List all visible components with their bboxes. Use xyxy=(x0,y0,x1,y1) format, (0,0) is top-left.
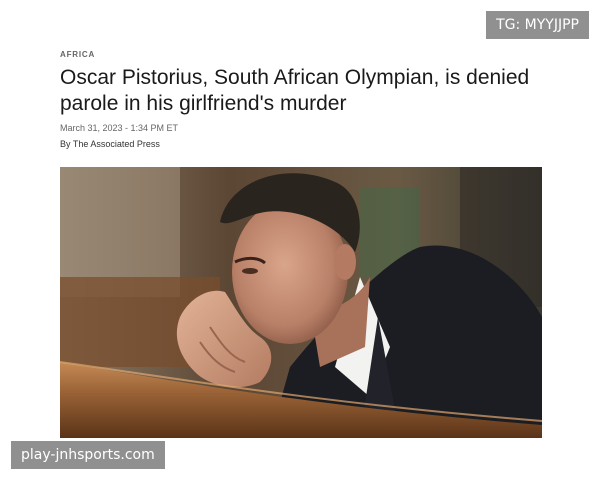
photo-illustration xyxy=(60,167,542,438)
watermark-site: play-jnhsports.com xyxy=(11,441,165,469)
section-label[interactable]: AFRICA xyxy=(60,50,542,59)
byline: By The Associated Press xyxy=(60,139,160,149)
article-photo xyxy=(60,167,542,438)
publish-date: March 31, 2023 - 1:34 PM ET xyxy=(60,123,179,133)
page: AFRICA Oscar Pistorius, South African Ol… xyxy=(0,0,600,480)
headline: Oscar Pistorius, South African Olympian,… xyxy=(60,66,530,115)
article-header: AFRICA Oscar Pistorius, South African Ol… xyxy=(60,50,542,149)
watermark-telegram: TG: MYYJJPP xyxy=(486,11,589,39)
